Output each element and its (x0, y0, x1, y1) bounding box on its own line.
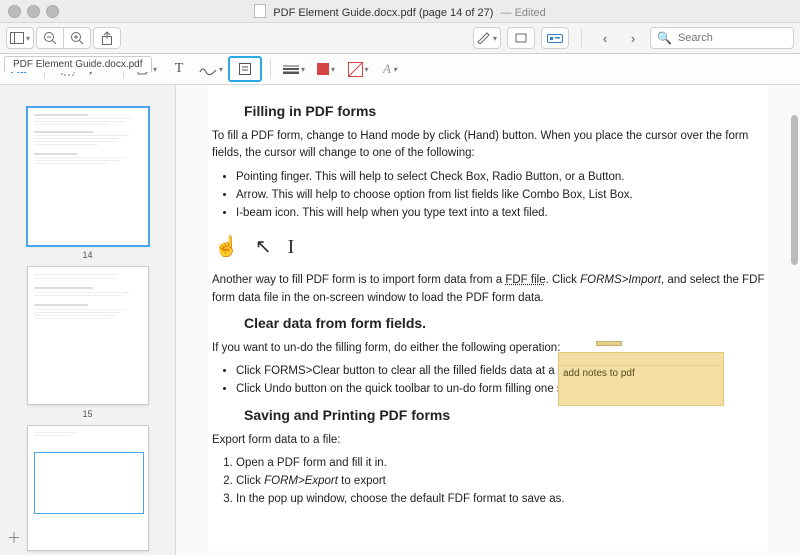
title-edited: — Edited (501, 7, 546, 19)
arrow-cursor-icon: ↖ (255, 232, 272, 262)
title-filename: PDF Element Guide.docx.pdf (273, 7, 415, 19)
chevron-down-icon: ▾ (26, 34, 30, 43)
chevron-down-icon: ▾ (365, 65, 369, 74)
sign-tool-button[interactable]: ▾ (196, 58, 226, 80)
thumbnails-sidebar: 14 15 ＋ (0, 85, 176, 555)
search-icon: 🔍 (657, 31, 672, 45)
chevron-down-icon: ▾ (393, 65, 397, 74)
text-format-button[interactable]: A▾ (375, 58, 405, 80)
bullet-item: Arrow. This will help to choose option f… (236, 187, 768, 204)
main-toolbar: ▾ ▾ ‹ › 🔍 (0, 23, 800, 54)
thumbnail-label-15: 15 (82, 409, 92, 419)
chevron-down-icon: ▾ (331, 65, 335, 74)
document-viewport[interactable]: Filling in PDF forms To fill a PDF form,… (176, 85, 800, 555)
markup-toolbar-button[interactable] (541, 27, 569, 49)
thumbnail-page-15[interactable] (27, 266, 149, 405)
chevron-down-icon: ▾ (219, 65, 223, 74)
window-controls (8, 5, 59, 18)
zoom-in-button[interactable] (63, 27, 91, 49)
document-tab[interactable]: PDF Element Guide.docx.pdf (4, 56, 152, 72)
paragraph: Export form data to a file: (212, 432, 768, 449)
titlebar: PDF Element Guide.docx.pdf (page 14 of 2… (0, 0, 800, 23)
share-button[interactable] (93, 27, 121, 49)
sticky-note[interactable]: add notes to pdf (558, 352, 724, 406)
thumbnail-label-14: 14 (82, 250, 92, 260)
ibeam-cursor-icon: I (288, 232, 295, 262)
zoom-group (36, 27, 91, 49)
sticky-note-text[interactable]: add notes to pdf (559, 366, 723, 381)
close-window-button[interactable] (8, 5, 21, 18)
search-input[interactable] (676, 31, 780, 45)
note-anchor-icon[interactable] (596, 341, 622, 346)
list-item: Click FORM>Export to export (236, 473, 768, 490)
bullet-item: Pointing finger. This will help to selec… (236, 169, 768, 186)
document-tabbar: PDF Element Guide.docx.pdf (0, 54, 175, 74)
vertical-scrollbar[interactable] (791, 115, 798, 265)
border-color-button[interactable]: ▾ (311, 58, 341, 80)
paragraph: Another way to fill PDF form is to impor… (212, 272, 768, 307)
fullscreen-window-button[interactable] (46, 5, 59, 18)
title-page-info: (page 14 of 27) (419, 7, 494, 19)
search-field[interactable]: 🔍 (650, 27, 794, 49)
bullet-item: I-beam icon. This will help when you typ… (236, 205, 768, 222)
heading-clear-data: Clear data from form fields. (244, 313, 768, 334)
add-page-button[interactable]: ＋ (6, 530, 22, 546)
list-item: Open a PDF form and fill it in. (236, 455, 768, 472)
search-prev-button[interactable]: ‹ (594, 28, 616, 48)
thumbnail-page-16[interactable] (27, 425, 149, 551)
list-item: In the pop up window, choose the default… (236, 491, 768, 508)
view-group: ▾ (6, 27, 34, 49)
paragraph: To fill a PDF form, change to Hand mode … (212, 128, 768, 163)
sticky-note-header[interactable] (559, 353, 723, 366)
zoom-out-button[interactable] (36, 27, 64, 49)
cursor-illustration: ☝ ↖ I (214, 232, 768, 262)
minimize-window-button[interactable] (27, 5, 40, 18)
rotate-button[interactable] (507, 27, 535, 49)
pdf-page: Filling in PDF forms To fill a PDF form,… (208, 85, 768, 551)
note-tool-button[interactable] (228, 56, 262, 82)
heading-saving-printing: Saving and Printing PDF forms (244, 405, 768, 426)
line-style-button[interactable]: ▾ (279, 58, 309, 80)
document-icon (254, 4, 266, 18)
chevron-down-icon: ▾ (493, 34, 497, 43)
pointing-hand-icon: ☝ (214, 232, 239, 262)
chevron-down-icon: ▾ (301, 65, 305, 74)
search-next-button[interactable]: › (622, 28, 644, 48)
thumbnail-page-14[interactable] (27, 107, 149, 246)
annotate-toggle-button[interactable]: ▾ (473, 27, 501, 49)
heading-filling-forms: Filling in PDF forms (244, 101, 768, 122)
fill-color-button[interactable]: ▾ (343, 58, 373, 80)
window-title: PDF Element Guide.docx.pdf (page 14 of 2… (0, 4, 800, 19)
sidebar-toggle-button[interactable]: ▾ (6, 27, 34, 49)
